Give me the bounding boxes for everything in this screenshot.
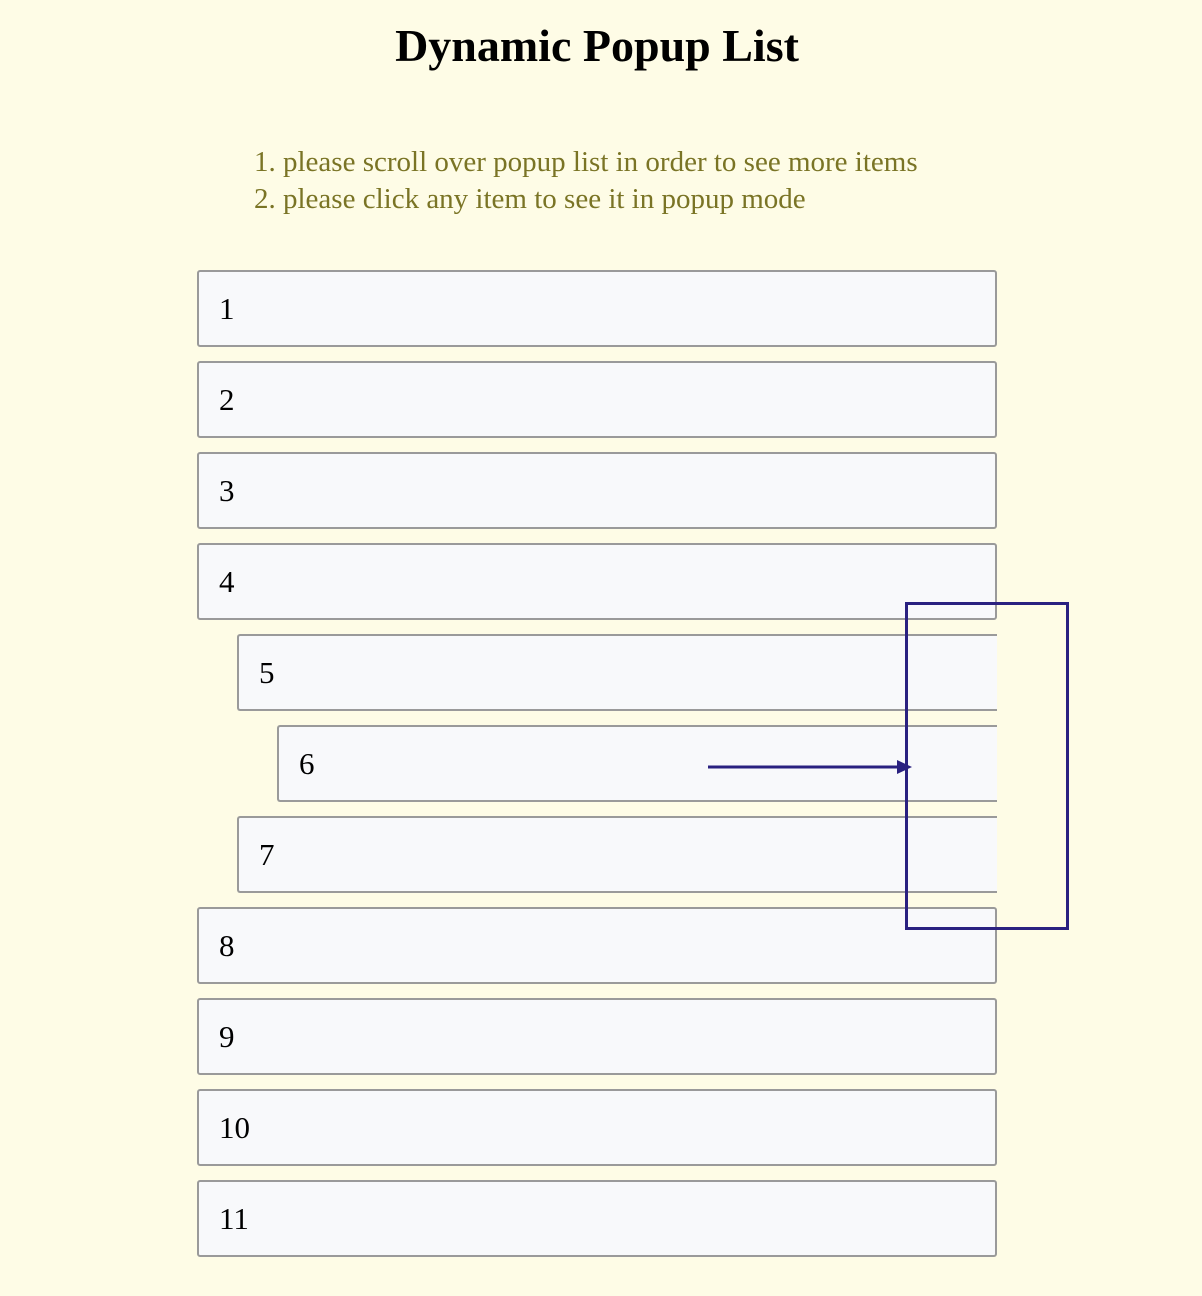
list-item[interactable]: 10 [197,1089,997,1166]
list-item[interactable]: 1 [197,270,997,347]
list-item-selected[interactable]: 6 [277,725,997,802]
page-title: Dynamic Popup List [395,20,799,71]
list-item[interactable]: 7 [237,816,997,893]
list-item[interactable]: 5 [237,634,997,711]
instructions-list: 1. please scroll over popup list in orde… [254,144,918,218]
instruction-item: 2. please click any item to see it in po… [254,183,806,215]
instruction-item: 1. please scroll over popup list in orde… [254,146,918,178]
list-item[interactable]: 3 [197,452,997,529]
list-item[interactable]: 4 [197,543,997,620]
list-item[interactable]: 9 [197,998,997,1075]
list-item[interactable]: 2 [197,361,997,438]
list-item[interactable]: 8 [197,907,997,984]
list-item[interactable]: 11 [197,1180,997,1257]
